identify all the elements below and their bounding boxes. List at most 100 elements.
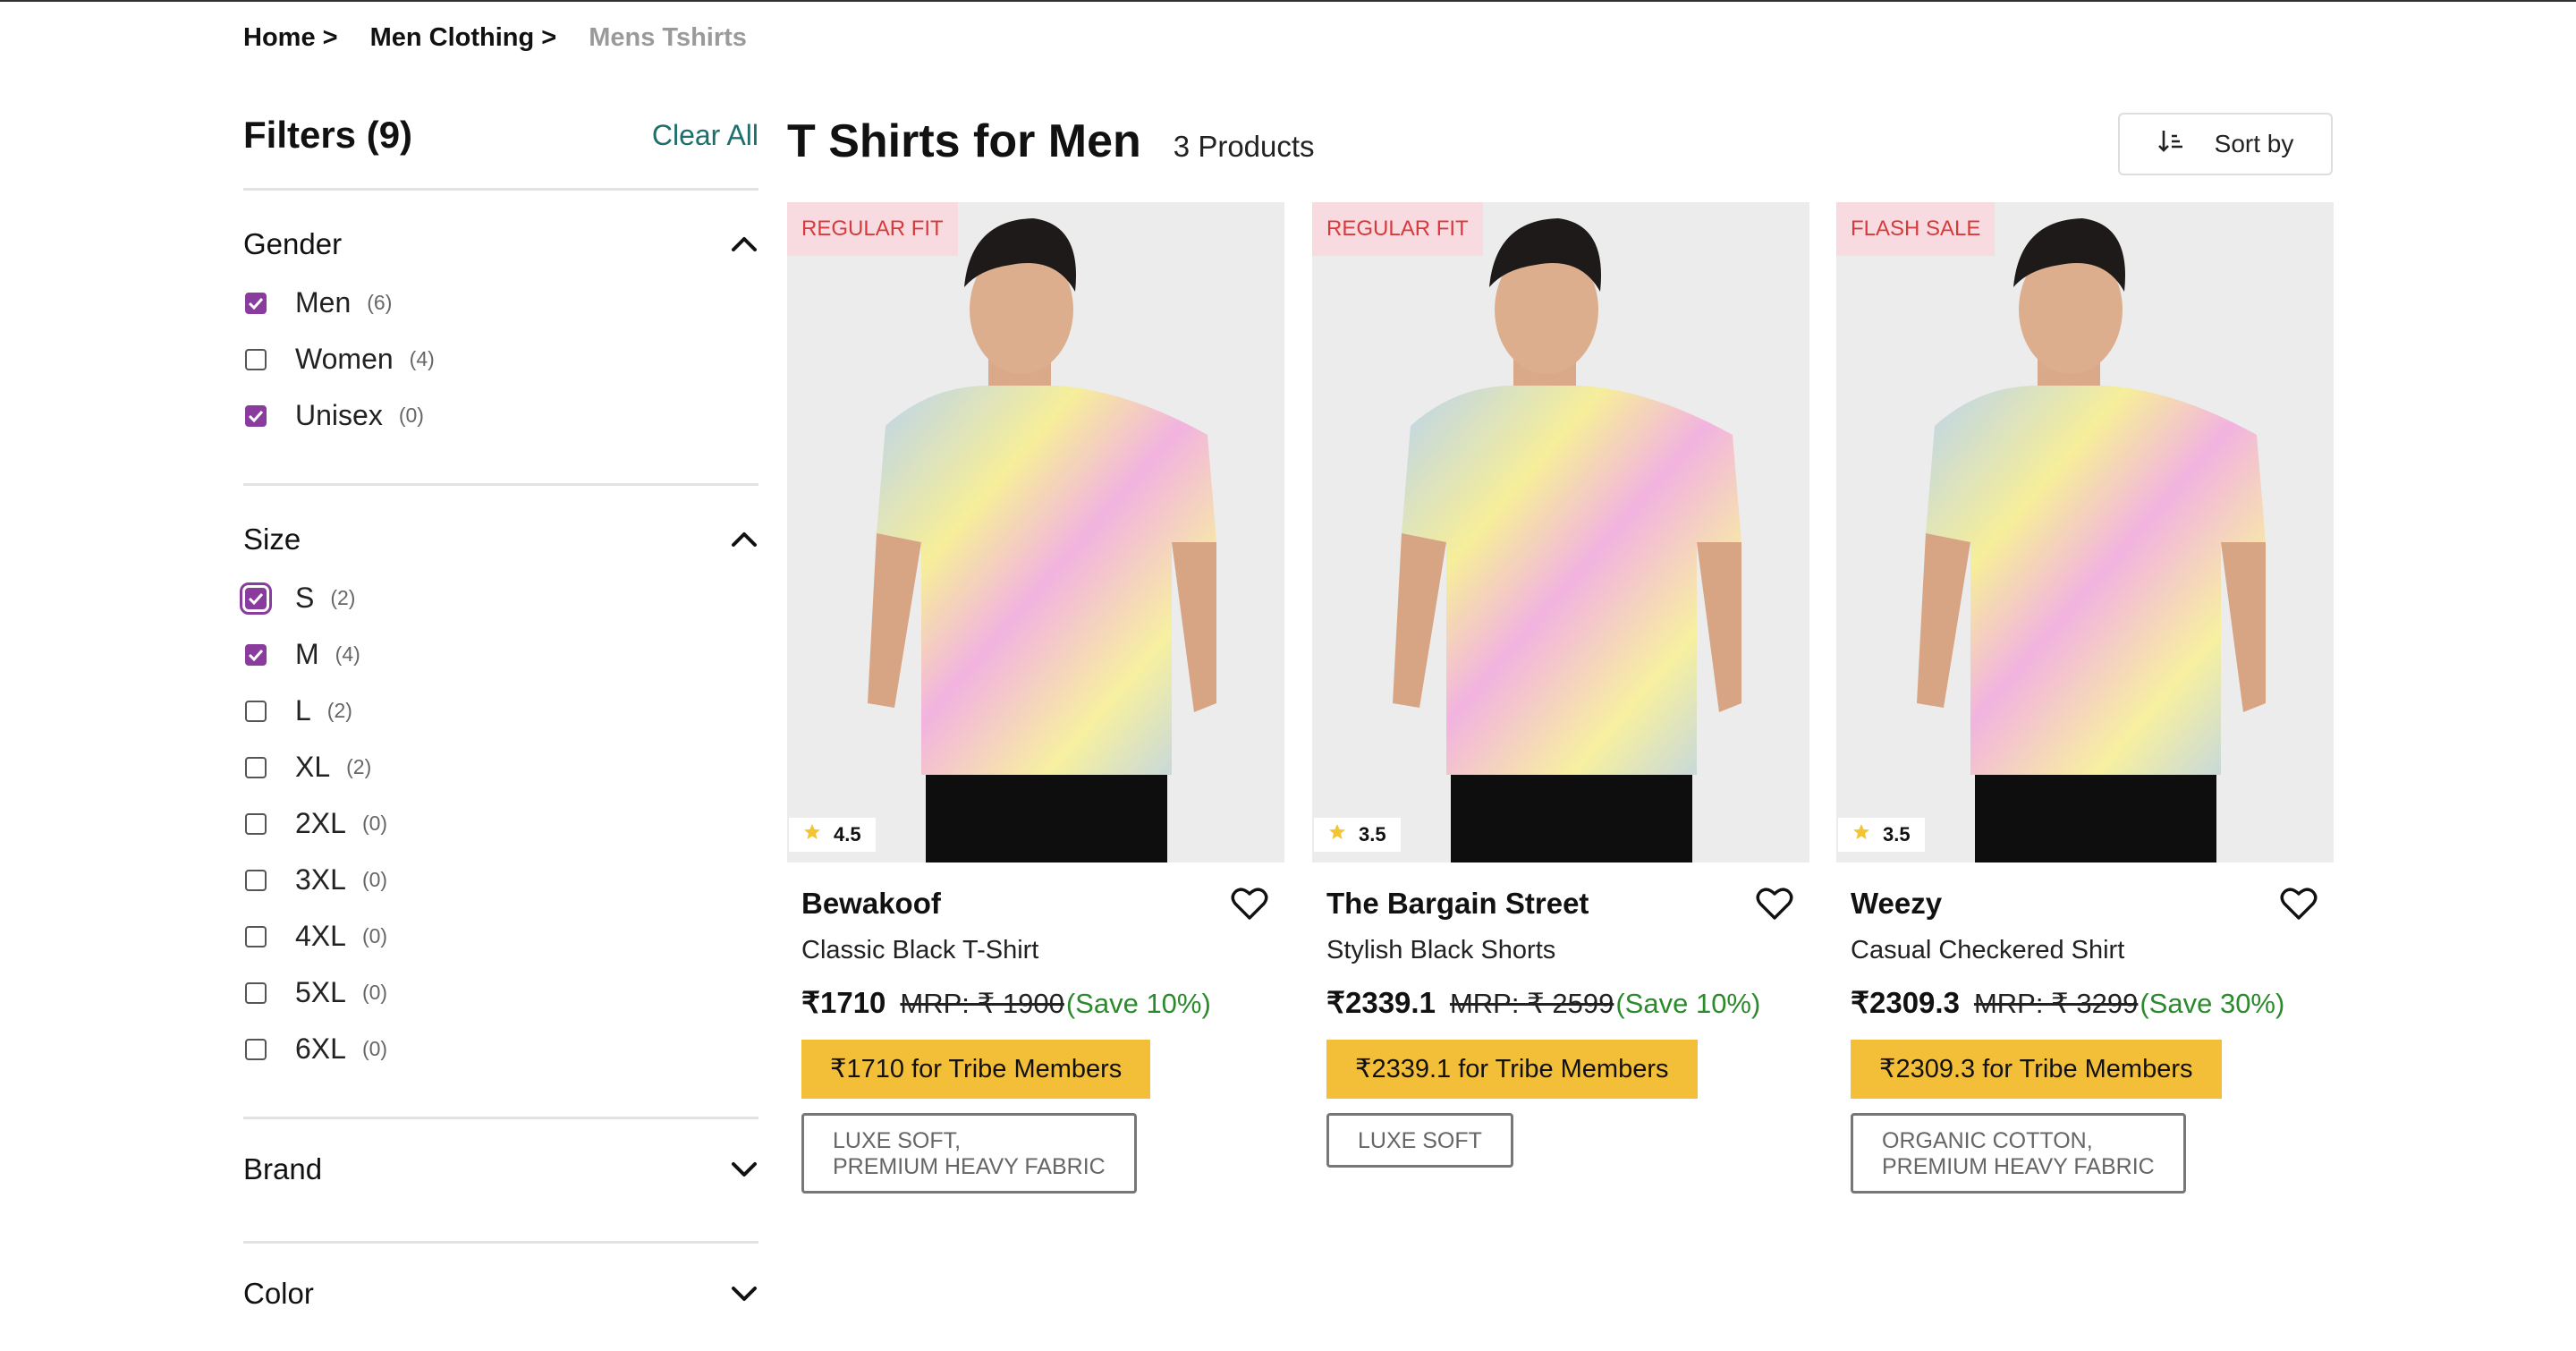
option-label: Men: [295, 286, 352, 319]
product-discount: (Save 30%): [2140, 988, 2285, 1019]
option-count: (2): [346, 755, 372, 778]
product-card[interactable]: REGULAR FIT 3.5 The Bargain Street Styli…: [1312, 202, 1809, 1168]
checkbox-s[interactable]: [240, 582, 272, 615]
product-info: The Bargain Street Stylish Black Shorts …: [1312, 884, 1809, 1168]
product-price: ₹2339.1: [1326, 986, 1436, 1019]
checkbox-3xl[interactable]: [245, 869, 267, 891]
filter-option-6xl[interactable]: 6XL (0): [243, 1021, 758, 1077]
checkbox-6xl[interactable]: [245, 1038, 267, 1060]
product-image[interactable]: REGULAR FIT 4.5: [787, 202, 1284, 862]
filter-section-brand: Brand: [243, 1119, 758, 1241]
option-label: 2XL: [295, 807, 346, 839]
rating-value: 3.5: [1359, 823, 1386, 845]
option-label: L: [295, 694, 311, 726]
breadcrumb-current: Mens Tshirts: [589, 23, 747, 52]
checkbox-m[interactable]: [245, 643, 267, 666]
rating-value: 4.5: [834, 823, 861, 845]
filter-option-5xl[interactable]: 5XL (0): [243, 964, 758, 1021]
listing-header: T Shirts for Men 3 Products: [787, 115, 1315, 168]
option-count: (2): [326, 699, 352, 722]
sort-by-button[interactable]: Sort by: [2118, 113, 2333, 175]
option-count: (6): [367, 291, 393, 314]
gender-section-toggle[interactable]: Gender: [243, 221, 758, 268]
product-tag: REGULAR FIT: [1312, 202, 1483, 256]
product-discount: (Save 10%): [1615, 988, 1761, 1019]
rating-badge: 3.5: [1838, 818, 1925, 852]
product-brand: Weezy: [1851, 887, 1943, 920]
clear-all-button[interactable]: Clear All: [652, 119, 758, 152]
product-info: Bewakoof Classic Black T-Shirt ₹1710 MRP…: [787, 884, 1284, 1194]
product-mrp: MRP: ₹ 3299: [1973, 988, 2139, 1019]
brand-section-toggle[interactable]: Brand: [243, 1146, 758, 1193]
filter-option-men[interactable]: Men (6): [243, 275, 758, 331]
product-image[interactable]: REGULAR FIT 3.5: [1312, 202, 1809, 862]
product-name: Casual Checkered Shirt: [1851, 936, 2125, 964]
option-label: S: [295, 582, 315, 614]
checkbox-2xl[interactable]: [245, 812, 267, 835]
breadcrumb-home[interactable]: Home >: [243, 23, 338, 53]
checkbox-l[interactable]: [245, 700, 267, 722]
filters-header: Filters (9) Clear All: [243, 107, 758, 163]
section-title: Gender: [243, 227, 343, 260]
option-count: (2): [330, 586, 356, 609]
rating-badge: 3.5: [1314, 818, 1401, 852]
option-count: (0): [361, 1037, 388, 1060]
heart-icon[interactable]: [1229, 883, 1270, 924]
option-label: 6XL: [295, 1032, 346, 1065]
breadcrumb-men-clothing[interactable]: Men Clothing >: [370, 23, 557, 53]
filters-sidebar: Filters (9) Clear All Gender Men (6) Wom…: [240, 107, 758, 1317]
filter-option-women[interactable]: Women (4): [243, 331, 758, 387]
option-count: (0): [361, 811, 388, 835]
filter-section-gender: Gender Men (6) Women (4) Unisex (0): [243, 191, 758, 483]
fabric-tag: LUXE SOFT: [1326, 1113, 1513, 1168]
filter-option-unisex[interactable]: Unisex (0): [243, 387, 758, 444]
product-image[interactable]: FLASH SALE 3.5: [1836, 202, 2334, 862]
product-photo: [787, 202, 1284, 862]
option-label: 5XL: [295, 976, 346, 1008]
product-info: Weezy Casual Checkered Shirt ₹2309.3 MRP…: [1836, 884, 2334, 1194]
rating-badge: 4.5: [789, 818, 876, 852]
filter-option-m[interactable]: M (4): [243, 626, 758, 683]
option-label: Unisex: [295, 399, 383, 431]
option-count: (0): [398, 404, 424, 427]
tribe-price-badge: ₹2309.3 for Tribe Members: [1851, 1040, 2222, 1099]
checkbox-5xl[interactable]: [245, 981, 267, 1004]
filter-option-xl[interactable]: XL (2): [243, 739, 758, 795]
option-count: (0): [361, 924, 388, 947]
option-count: (0): [361, 981, 388, 1004]
filter-option-4xl[interactable]: 4XL (0): [243, 908, 758, 964]
filters-title: Filters (9): [243, 114, 413, 156]
chevron-up-icon: [730, 230, 758, 259]
checkbox-women[interactable]: [245, 348, 267, 370]
product-photo: [1836, 202, 2334, 862]
filter-option-2xl[interactable]: 2XL (0): [243, 795, 758, 852]
checkbox-xl[interactable]: [245, 756, 267, 778]
price-row: ₹1710 MRP: ₹ 1900 (Save 10%): [801, 985, 1270, 1020]
breadcrumb: Home > Men Clothing > Mens Tshirts: [243, 23, 747, 53]
section-title: Brand: [243, 1152, 323, 1185]
product-tag: FLASH SALE: [1836, 202, 1996, 256]
star-icon: [1328, 823, 1346, 846]
checkbox-4xl[interactable]: [245, 925, 267, 947]
size-section-toggle[interactable]: Size: [243, 516, 758, 563]
chevron-down-icon: [730, 1279, 758, 1308]
filter-option-3xl[interactable]: 3XL (0): [243, 852, 758, 908]
heart-icon[interactable]: [1754, 883, 1795, 924]
filter-option-l[interactable]: L (2): [243, 683, 758, 739]
sort-label: Sort by: [2214, 130, 2294, 157]
fabric-tag: ORGANIC COTTON, PREMIUM HEAVY FABRIC: [1851, 1113, 2186, 1194]
color-section-toggle[interactable]: Color: [243, 1270, 758, 1317]
checkbox-men[interactable]: [245, 292, 267, 314]
option-count: (4): [335, 642, 360, 666]
tribe-price-badge: ₹1710 for Tribe Members: [801, 1040, 1151, 1099]
product-card[interactable]: REGULAR FIT 4.5 Bewakoof Classic Black T…: [787, 202, 1284, 1194]
checkbox-unisex[interactable]: [245, 404, 267, 427]
rating-value: 3.5: [1883, 823, 1911, 845]
product-brand: The Bargain Street: [1326, 887, 1589, 920]
filter-option-s[interactable]: S (2): [240, 570, 758, 626]
filter-section-color: Color: [243, 1244, 758, 1317]
tribe-price-badge: ₹2339.1 for Tribe Members: [1326, 1040, 1698, 1099]
product-card[interactable]: FLASH SALE 3.5 Weezy Casual Checkered Sh…: [1836, 202, 2334, 1194]
option-label: Women: [295, 343, 394, 375]
heart-icon[interactable]: [2278, 883, 2319, 924]
